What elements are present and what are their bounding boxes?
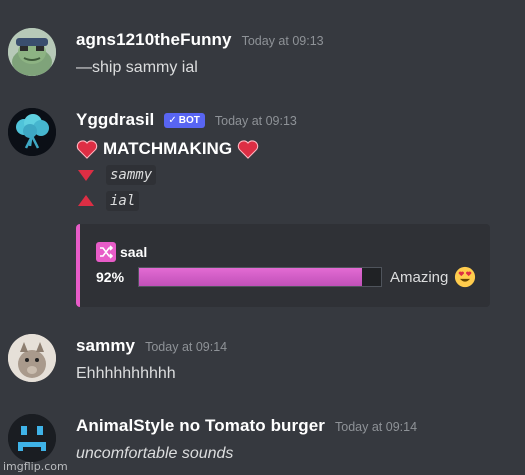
matchmaking-label: MATCHMAKING <box>103 139 233 158</box>
avatar-animalstyle[interactable] <box>8 414 56 462</box>
message-yggdrasil: Yggdrasil ✓ BOT Today at 09:13 MATCHMAKIN… <box>0 102 525 312</box>
heart-eyes-emoji-icon <box>455 266 476 288</box>
name-code: sammy <box>106 165 157 185</box>
triangle-up-icon <box>78 195 94 206</box>
message-text: —ship sammy ial <box>76 59 198 76</box>
compatibility-bar <box>138 267 382 287</box>
username[interactable]: Yggdrasil <box>76 110 154 130</box>
cat-avatar-icon <box>8 334 56 382</box>
embed-title: saal <box>96 242 147 262</box>
face-avatar-icon <box>8 414 56 462</box>
match-embed: saal 92% Amazing <box>76 224 490 307</box>
avatar-agns[interactable] <box>8 28 56 76</box>
message-text: uncomfortable sounds <box>76 445 234 462</box>
percent-label: 92% <box>96 269 125 285</box>
tree-avatar-icon <box>8 108 56 156</box>
triangle-down-icon <box>78 170 94 181</box>
avatar-yggdrasil[interactable] <box>8 108 56 156</box>
name-code: ial <box>106 191 140 211</box>
compatibility-bar-fill <box>139 268 362 286</box>
message-agns: agns1210theFunny Today at 09:13 —ship sa… <box>0 22 525 86</box>
bot-badge: ✓ BOT <box>164 113 205 128</box>
message-text: Ehhhhhhhhhh <box>76 365 176 382</box>
timestamp: Today at 09:13 <box>214 114 297 128</box>
username[interactable]: agns1210theFunny <box>76 30 232 50</box>
verdict-text: Amazing <box>390 268 449 286</box>
heart-emoji-icon <box>76 140 98 159</box>
heart-emoji-icon <box>237 140 259 159</box>
avatar-sammy[interactable] <box>8 334 56 382</box>
shuffle-icon <box>96 242 116 262</box>
timestamp: Today at 09:13 <box>241 34 324 48</box>
name-row-down: sammy <box>76 162 517 188</box>
check-icon: ✓ <box>168 115 177 126</box>
watermark: imgflip.com <box>3 460 68 473</box>
message-animalstyle: AnimalStyle no Tomato burger Today at 09… <box>0 410 525 470</box>
bot-label: BOT <box>178 115 200 126</box>
matchmaking-title: MATCHMAKING <box>76 136 517 162</box>
username[interactable]: AnimalStyle no Tomato burger <box>76 416 325 436</box>
timestamp: Today at 09:14 <box>335 420 418 434</box>
compatibility-row: 92% Amazing <box>96 266 476 288</box>
timestamp: Today at 09:14 <box>145 340 228 354</box>
ship-name: saal <box>120 244 148 260</box>
message-sammy: sammy Today at 09:14 Ehhhhhhhhhh <box>0 330 525 390</box>
username[interactable]: sammy <box>76 336 135 356</box>
frog-avatar-icon <box>8 28 56 76</box>
name-row-up: ial <box>76 188 517 214</box>
